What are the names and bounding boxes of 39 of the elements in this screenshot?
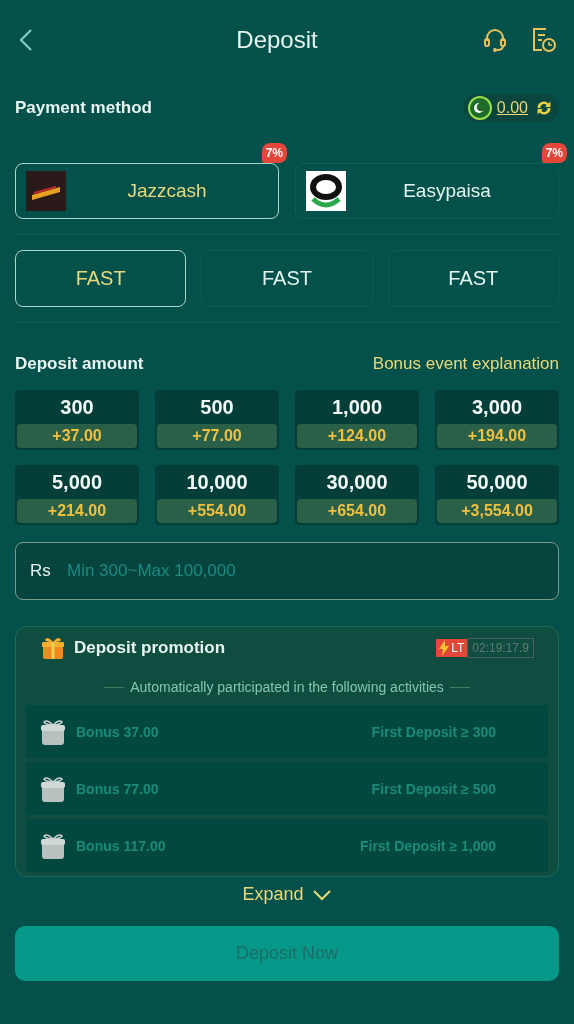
- amount-option[interactable]: 500 +77.00: [155, 390, 279, 450]
- section-label: Payment method: [15, 98, 152, 118]
- payment-method-option[interactable]: Jazzcash: [15, 163, 279, 219]
- percent-badge: 7%: [261, 143, 287, 163]
- amount-option[interactable]: 1,000 +124.00: [295, 390, 419, 450]
- percent-badge: 7%: [541, 143, 567, 163]
- logo-icon: [26, 171, 66, 211]
- countdown-timer: 02:19:17.9: [467, 638, 534, 658]
- condition-text: First Deposit ≥ 300: [371, 723, 496, 740]
- promotion-subtitle: Automatically participated in the following activities: [130, 679, 444, 695]
- balance-amount: 0.00: [496, 99, 528, 117]
- section-label: Deposit amount: [15, 354, 144, 374]
- amount-option[interactable]: 3,000 +194.00: [435, 390, 559, 450]
- headset-icon[interactable]: [481, 26, 509, 54]
- condition-text: First Deposit ≥ 500: [371, 780, 496, 797]
- expand-button[interactable]: Expand: [236, 883, 338, 906]
- payment-method-option[interactable]: Easypaisa: [295, 163, 559, 219]
- amount-option[interactable]: 10,000 +554.00: [155, 465, 279, 525]
- bonus-text: Bonus 77.00: [76, 780, 159, 797]
- condition-text: First Deposit ≥ 1,000: [359, 837, 496, 854]
- logo-icon: [306, 171, 346, 211]
- back-icon[interactable]: [19, 28, 33, 52]
- bonus-text: Bonus 37.00: [76, 723, 159, 740]
- amount-option[interactable]: 300 +37.00: [15, 390, 139, 450]
- page-title: Deposit: [235, 26, 319, 54]
- currency-label: Rs: [30, 561, 51, 581]
- promotion-title: Deposit promotion: [74, 638, 226, 658]
- gift-icon: [40, 635, 66, 661]
- amount-option[interactable]: 50,000 +3,554.00: [435, 465, 559, 525]
- flag-icon: [467, 96, 492, 120]
- channel-tab[interactable]: FAST: [387, 250, 559, 307]
- channel-tab[interactable]: FAST: [15, 250, 187, 307]
- amount-option[interactable]: 5,000 +214.00: [15, 465, 139, 525]
- amount-option[interactable]: 30,000 +654.00: [295, 465, 419, 525]
- lightning-icon: [439, 640, 450, 656]
- channel-tab[interactable]: FAST: [201, 250, 373, 307]
- chevron-down-icon: [311, 888, 332, 901]
- bonus-text: Bonus 117.00: [76, 837, 166, 854]
- bonus-explanation-link[interactable]: Bonus event explanation: [372, 354, 559, 374]
